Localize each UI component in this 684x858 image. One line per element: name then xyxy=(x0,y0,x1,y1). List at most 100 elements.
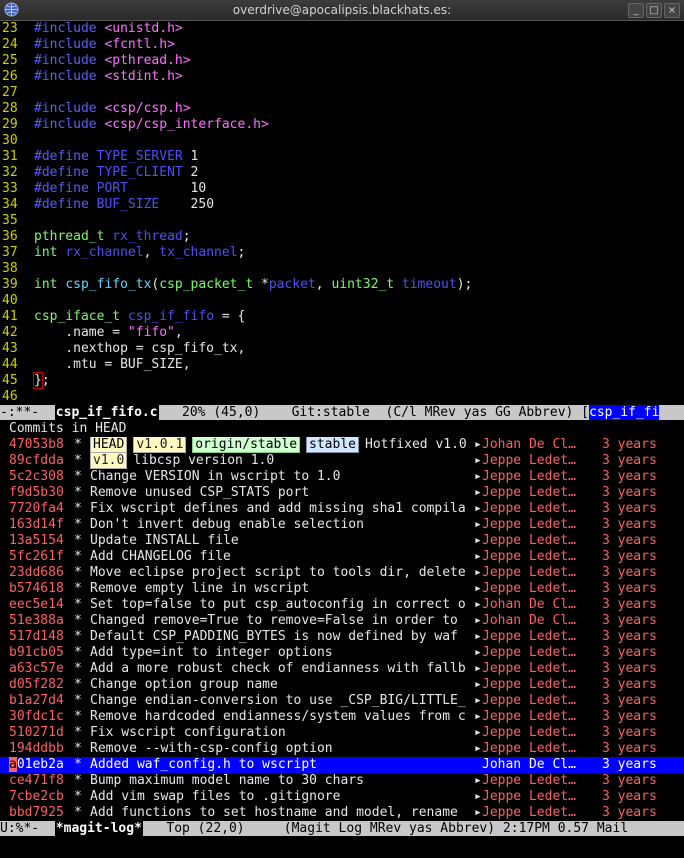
commit-hash[interactable]: 47053b8 xyxy=(9,437,64,453)
commit-hash[interactable]: 510271d xyxy=(9,725,64,741)
code-line[interactable]: 26 #include <stdint.h> xyxy=(0,69,684,85)
commit-author: Jeppe Ledet… xyxy=(482,533,576,548)
ref-label[interactable]: v1.0.1 xyxy=(133,437,187,453)
code-line[interactable]: 25 #include <pthread.h> xyxy=(0,53,684,69)
code-line[interactable]: 27 xyxy=(0,85,684,101)
commit-age: 3 years xyxy=(602,757,657,772)
commit-hash[interactable]: 517d148 xyxy=(9,629,64,645)
log-row[interactable]: 30fdc1c * Remove hardcoded endianness/syst… xyxy=(0,709,684,725)
commit-author: Johan De Cl… xyxy=(482,597,576,612)
commit-hash[interactable]: 5c2c308 xyxy=(9,469,64,485)
commit-message: Added waf_config.h to wscript xyxy=(90,757,470,773)
ref-label[interactable]: v1.0 xyxy=(90,453,128,469)
log-row[interactable]: 47053b8 * HEAD v1.0.1 origin/stable stable Hot… xyxy=(0,437,684,453)
code-line[interactable]: 43 .nexthop = csp_fifo_tx, xyxy=(0,341,684,357)
log-row[interactable]: 510271d * Fix wscript configuration ▸ Jeppe … xyxy=(0,725,684,741)
modeline-bottom[interactable]: U:%*- *magit-log* Top (22,0) (Magit Log … xyxy=(0,821,684,836)
log-row[interactable]: 23dd686 * Move eclipse project script to t… xyxy=(0,565,684,581)
code-line[interactable]: 23 #include <unistd.h> xyxy=(0,21,684,37)
code-line[interactable]: 39 int csp_fifo_tx(csp_packet_t *packet, … xyxy=(0,277,684,293)
commit-hash[interactable]: 163d14f xyxy=(9,517,64,533)
code-line[interactable]: 33 #define PORT 10 xyxy=(0,181,684,197)
commit-hash[interactable]: d05f282 xyxy=(9,677,64,693)
code-line[interactable]: 44 .mtu = BUF_SIZE, xyxy=(0,357,684,373)
commit-author: Johan De Cl… xyxy=(482,613,576,628)
commit-hash[interactable]: a63c57e xyxy=(9,661,64,677)
log-row[interactable]: eec5e14 * Set top=false to put csp_autocon… xyxy=(0,597,684,613)
log-row[interactable]: a63c57e * Add a more robust check of endia… xyxy=(0,661,684,677)
commit-hash[interactable]: b1a27d4 xyxy=(9,693,64,709)
code-token: packet xyxy=(268,277,316,292)
log-row[interactable]: d05f282 * Change option group name ▸ Jeppe L… xyxy=(0,677,684,693)
commit-hash[interactable]: 7cbe2cb xyxy=(9,789,64,805)
code-line[interactable]: 41 csp_iface_t csp_if_fifo = { xyxy=(0,309,684,325)
commit-hash[interactable]: 89cfdda xyxy=(9,453,64,469)
log-row[interactable]: 163d14f * Don't invert debug enable select… xyxy=(0,517,684,533)
log-row[interactable]: b1a27d4 * Change endian-conversion to use … xyxy=(0,693,684,709)
globe-icon[interactable] xyxy=(4,2,19,17)
commit-hash[interactable]: 194ddbb xyxy=(9,741,64,757)
code-text: #define PORT 10 xyxy=(34,181,206,197)
commit-hash[interactable]: 7720fa4 xyxy=(9,501,64,517)
log-row[interactable]: f9d5b30 * Remove unused CSP_STATS port ▸ Jep… xyxy=(0,485,684,501)
code-editor-pane[interactable]: 23 #include <unistd.h> 24 #include <fcntl.h… xyxy=(0,21,684,405)
code-line[interactable]: 46 xyxy=(0,389,684,405)
ref-label[interactable]: origin/stable xyxy=(192,437,301,453)
log-row[interactable]: 5c2c308 * Change VERSION in wscript to 1.0… xyxy=(0,469,684,485)
commit-hash[interactable]: b574618 xyxy=(9,581,64,597)
commit-hash[interactable]: f9d5b30 xyxy=(9,485,64,501)
commit-hash[interactable]: bbd7925 xyxy=(9,805,64,821)
code-token: #include xyxy=(34,21,105,36)
line-number: 43 xyxy=(2,341,18,356)
commit-hash[interactable]: eec5e14 xyxy=(9,597,64,613)
log-row[interactable]: 517d148 * Default CSP_PADDING_BYTES is now… xyxy=(0,629,684,645)
log-row[interactable]: b574618 * Remove empty line in wscript ▸ Jep… xyxy=(0,581,684,597)
code-line[interactable]: 29 #include <csp/csp_interface.h> xyxy=(0,117,684,133)
commit-hash[interactable]: a01eb2a xyxy=(9,757,64,773)
log-row[interactable]: 89cfdda * v1.0 libcsp version 1.0 ▸ Jeppe Led… xyxy=(0,453,684,469)
ref-label[interactable]: stable xyxy=(306,437,359,453)
code-line[interactable]: 32 #define TYPE_CLIENT 2 xyxy=(0,165,684,181)
modeline-top[interactable]: -:**- csp_if_fifo.c 20% (45,0) Git:stabl… xyxy=(0,405,684,420)
log-row[interactable]: ce471f8 * Bump maximum model name to 30 ch… xyxy=(0,773,684,789)
magit-log-pane[interactable]: Commits in HEAD 47053b8 * HEAD v1.0.1 origin… xyxy=(0,421,684,822)
log-row[interactable]: b91cb05 * Add type=int to integer options ▸… xyxy=(0,645,684,661)
code-line[interactable]: 24 #include <fcntl.h> xyxy=(0,37,684,53)
log-row[interactable]: 7720fa4 * Fix wscript defines and add miss… xyxy=(0,501,684,517)
commit-hash[interactable]: 13a5154 xyxy=(9,533,64,549)
commit-hash[interactable]: ce471f8 xyxy=(9,773,64,789)
modeline-buffer-name[interactable]: csp_if_fifo.c xyxy=(54,405,159,420)
modeline-buffer-name[interactable]: *magit-log* xyxy=(54,821,143,836)
log-row[interactable]: 7cbe2cb * Add vim swap files to .gitignore… xyxy=(0,789,684,805)
commit-summary: Don't invert debug enable selection xyxy=(90,517,364,532)
code-line[interactable]: 37 int rx_channel, tx_channel; xyxy=(0,245,684,261)
code-line[interactable]: 28 #include <csp/csp.h> xyxy=(0,101,684,117)
log-row[interactable]: bbd7925 * Add functions to set hostname an… xyxy=(0,805,684,821)
code-line[interactable]: 36 pthread_t rx_thread; xyxy=(0,229,684,245)
close-icon[interactable]: × xyxy=(664,3,680,18)
log-row[interactable]: a01eb2a * Added waf_config.h to wscript Joh… xyxy=(0,757,684,773)
log-row[interactable]: 13a5154 * Update INSTALL file ▸ Jeppe Ledet…… xyxy=(0,533,684,549)
code-line[interactable]: 31 #define TYPE_SERVER 1 xyxy=(0,149,684,165)
code-line[interactable]: 45}; xyxy=(0,372,684,389)
code-line[interactable]: 35 xyxy=(0,213,684,229)
minimize-icon[interactable]: _ xyxy=(628,3,644,18)
log-row[interactable]: 5fc261f * Add CHANGELOG file ▸ Jeppe Ledet… 3… xyxy=(0,549,684,565)
code-line[interactable]: 42 .name = "fifo", xyxy=(0,325,684,341)
code-line[interactable]: 38 xyxy=(0,261,684,277)
log-row[interactable]: 194ddbb * Remove --with-csp-config option ▸… xyxy=(0,741,684,757)
commit-hash[interactable]: 30fdc1c xyxy=(9,709,64,725)
code-line[interactable]: 40 xyxy=(0,293,684,309)
commit-age: 3 years xyxy=(602,677,657,692)
truncation-arrow-icon: ▸ xyxy=(474,773,482,788)
code-line[interactable]: 30 xyxy=(0,133,684,149)
commit-hash[interactable]: 51e388a xyxy=(9,613,64,629)
code-line[interactable]: 34 #define BUF_SIZE 250 xyxy=(0,197,684,213)
commit-hash[interactable]: 23dd686 xyxy=(9,565,64,581)
commit-hash[interactable]: b91cb05 xyxy=(9,645,64,661)
commit-hash[interactable]: 5fc261f xyxy=(9,549,64,565)
maximize-icon[interactable]: □ xyxy=(646,3,662,18)
ref-label[interactable]: HEAD xyxy=(90,437,128,453)
log-row[interactable]: 51e388a * Changed remove=True to remove=Fa… xyxy=(0,613,684,629)
code-token: TYPE_CLIENT xyxy=(96,165,191,180)
